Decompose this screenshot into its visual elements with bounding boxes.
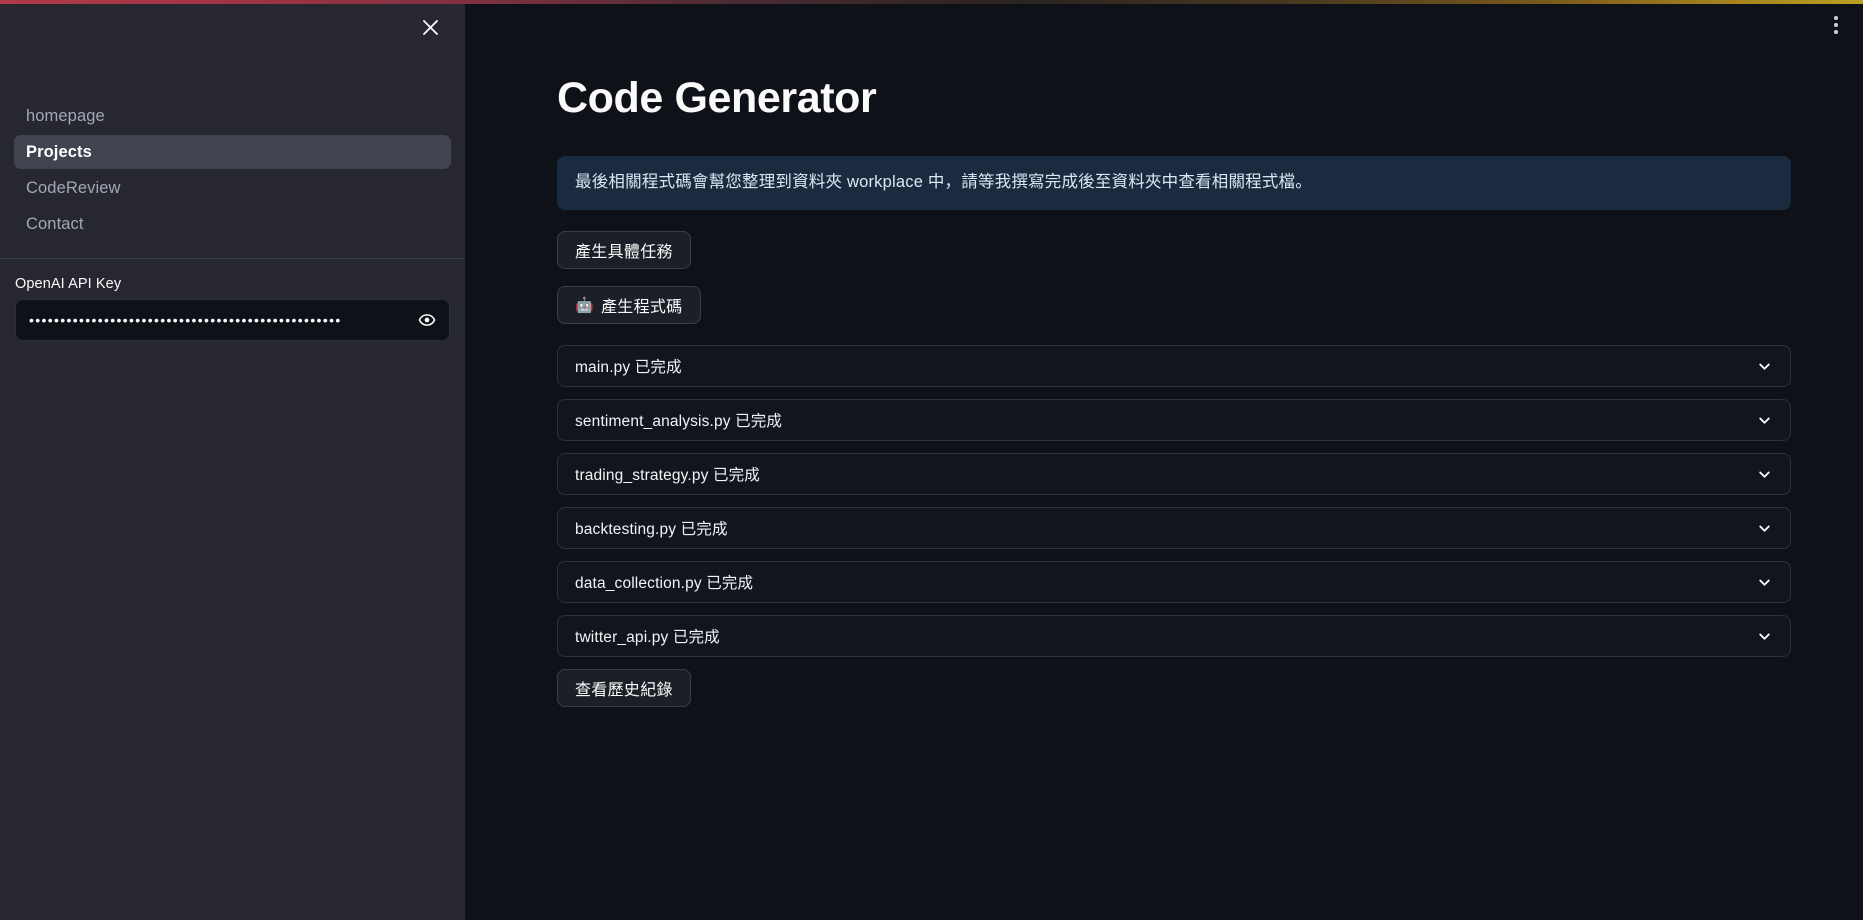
chevron-down-icon[interactable] (1757, 413, 1772, 428)
accordion-label: sentiment_analysis.py 已完成 (575, 413, 783, 430)
sidebar-item-codereview[interactable]: CodeReview (14, 171, 451, 205)
kebab-menu-icon[interactable] (1821, 9, 1851, 41)
accordion-label: main.py 已完成 (575, 359, 682, 376)
api-key-value: ••••••••••••••••••••••••••••••••••••••••… (29, 313, 342, 327)
generate-tasks-button[interactable]: 產生具體任務 (557, 231, 691, 269)
accordion-data-collection-py[interactable]: data_collection.py 已完成 (557, 561, 1791, 603)
page-title: Code Generator (557, 74, 877, 122)
file-accordion-list: main.py 已完成 sentiment_analysis.py 已完成 tr… (557, 345, 1791, 657)
chevron-down-icon[interactable] (1757, 467, 1772, 482)
accordion-label: backtesting.py 已完成 (575, 521, 728, 538)
api-key-input[interactable]: ••••••••••••••••••••••••••••••••••••••••… (15, 299, 450, 341)
robot-icon: 🤖 (575, 296, 594, 314)
accordion-label: twitter_api.py 已完成 (575, 629, 720, 646)
chevron-down-icon[interactable] (1757, 629, 1772, 644)
kebab-dot (1834, 23, 1838, 27)
view-history-button[interactable]: 查看歷史紀錄 (557, 669, 691, 707)
accordion-backtesting-py[interactable]: backtesting.py 已完成 (557, 507, 1791, 549)
sidebar-divider (0, 258, 465, 259)
accordion-main-py[interactable]: main.py 已完成 (557, 345, 1791, 387)
generate-tasks-row: 產生具體任務 (557, 231, 1783, 269)
main-content: Code Generator 最後相關程式碼會幫您整理到資料夾 workplac… (465, 0, 1863, 920)
accordion-trading-strategy-py[interactable]: trading_strategy.py 已完成 (557, 453, 1791, 495)
accordion-label: data_collection.py 已完成 (575, 575, 754, 592)
api-key-label: OpenAI API Key (15, 276, 122, 292)
sidebar-nav: homepage Projects CodeReview Contact (14, 99, 451, 243)
generate-code-button[interactable]: 🤖 產生程式碼 (557, 286, 701, 324)
kebab-dot (1834, 16, 1838, 20)
sidebar-item-projects[interactable]: Projects (14, 135, 451, 169)
generate-code-row: 🤖 產生程式碼 (557, 286, 1783, 324)
chevron-down-icon[interactable] (1757, 521, 1772, 536)
close-icon (422, 19, 439, 36)
sidebar: homepage Projects CodeReview Contact Ope… (0, 0, 465, 920)
accordion-twitter-api-py[interactable]: twitter_api.py 已完成 (557, 615, 1791, 657)
accordion-sentiment-analysis-py[interactable]: sentiment_analysis.py 已完成 (557, 399, 1791, 441)
view-history-row: 查看歷史紀錄 (557, 669, 1783, 707)
sidebar-item-contact[interactable]: Contact (14, 207, 451, 241)
eye-icon[interactable] (413, 306, 441, 334)
info-banner-text: 最後相關程式碼會幫您整理到資料夾 workplace 中，請等我撰寫完成後至資料… (575, 173, 1312, 192)
content-container: Code Generator 最後相關程式碼會幫您整理到資料夾 workplac… (465, 0, 1863, 707)
chevron-down-icon[interactable] (1757, 575, 1772, 590)
chevron-down-icon[interactable] (1757, 359, 1772, 374)
accordion-label: trading_strategy.py 已完成 (575, 467, 760, 484)
sidebar-item-homepage[interactable]: homepage (14, 99, 451, 133)
generate-code-label: 產生程式碼 (600, 299, 683, 316)
close-sidebar-button[interactable] (413, 10, 447, 44)
api-key-block: OpenAI API Key •••••••••••••••••••••••••… (15, 276, 450, 341)
info-banner: 最後相關程式碼會幫您整理到資料夾 workplace 中，請等我撰寫完成後至資料… (557, 156, 1791, 210)
kebab-dot (1834, 30, 1838, 34)
app-root: homepage Projects CodeReview Contact Ope… (0, 0, 1863, 920)
